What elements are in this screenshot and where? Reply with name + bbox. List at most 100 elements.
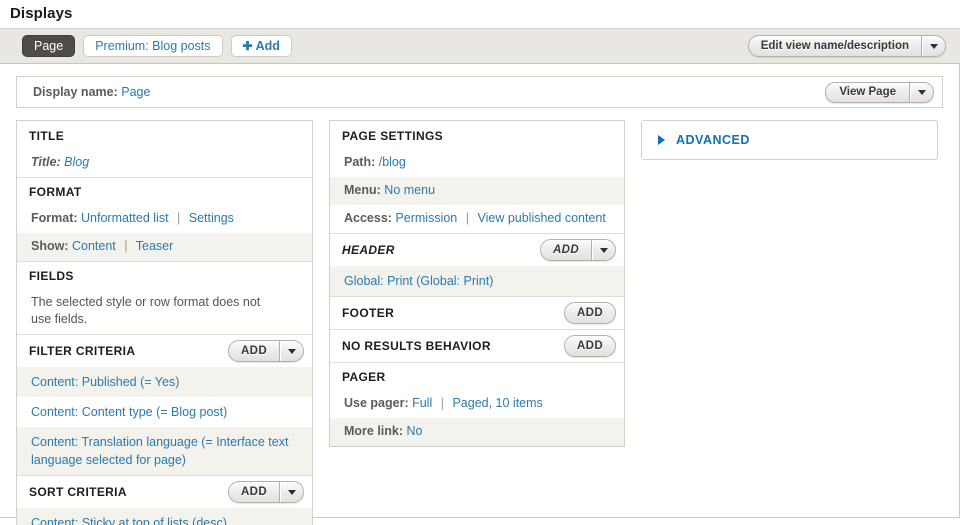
view-actions: Edit view name/description — [747, 35, 946, 57]
chevron-down-icon — [929, 43, 938, 49]
display-tabs-list: Page Premium: Blog posts ✚ Add — [22, 35, 292, 57]
filter-item-translation-language-link[interactable]: Content: Translation language (= Interfa… — [31, 435, 288, 467]
chevron-down-icon — [287, 348, 296, 354]
bucket-header-header: HEADER Add — [330, 233, 624, 266]
row-more-link-label: More link: — [344, 424, 404, 438]
tab-page[interactable]: Page — [22, 35, 76, 57]
view-page-button[interactable]: View Page — [825, 81, 934, 103]
view-page-dropdown-toggle[interactable] — [909, 82, 933, 102]
add-display-label: Add — [255, 39, 280, 53]
bucket-sort-criteria: SORT CRITERIA Add Content: Sticky at top… — [17, 475, 312, 525]
separator: | — [177, 211, 181, 225]
list-item: Content: Translation language (= Interfa… — [17, 427, 312, 475]
row-title-value-link[interactable]: Blog — [64, 155, 89, 169]
filter-item-published-link[interactable]: Content: Published (= Yes) — [31, 375, 179, 389]
bucket-filter-criteria: FILTER CRITERIA Add Content: Published (… — [17, 334, 312, 475]
bucket-footer-heading: FOOTER — [342, 306, 395, 320]
row-format-label: Format: — [31, 211, 78, 225]
row-path: Path: /blog — [330, 149, 624, 177]
triangle-right-icon — [658, 135, 665, 145]
bucket-fields: FIELDS The selected style or row format … — [17, 261, 312, 334]
separator: | — [465, 211, 469, 225]
footer-add-button[interactable]: Add — [564, 302, 616, 324]
header-item-global-print-link[interactable]: Global: Print (Global: Print) — [344, 274, 493, 288]
filter-criteria-add-label: Add — [241, 345, 267, 357]
bucket-sort-criteria-header: SORT CRITERIA Add — [17, 475, 312, 508]
row-use-pager-items-link[interactable]: Paged, 10 items — [452, 396, 542, 410]
sort-criteria-add-button[interactable]: Add — [228, 481, 304, 503]
bucket-footer: FOOTER Add — [330, 296, 624, 329]
edit-view-dropdown-toggle[interactable] — [921, 36, 945, 56]
header-add-label: Add — [553, 244, 579, 256]
bucket-fields-heading: FIELDS — [17, 261, 312, 289]
filter-criteria-add-dropdown-toggle[interactable] — [279, 341, 303, 361]
display-edit-canvas: Display name: Page View Page TITLE Title… — [0, 64, 960, 525]
bucket-page-settings: PAGE SETTINGS Path: /blog Menu: No menu … — [330, 121, 624, 233]
display-name-value-link[interactable]: Page — [121, 85, 150, 99]
filter-item-content-type-link[interactable]: Content: Content type (= Blog post) — [31, 405, 227, 419]
row-format-settings-link[interactable]: Settings — [189, 211, 234, 225]
row-access-permission-link[interactable]: Permission — [395, 211, 457, 225]
display-tabs-bar: Page Premium: Blog posts ✚ Add Edit view… — [0, 28, 960, 64]
column-left: TITLE Title: Blog FORMAT Format: Unforma… — [16, 120, 313, 525]
add-display-button[interactable]: ✚ Add — [230, 35, 292, 57]
bucket-no-results-heading: NO RESULTS BEHAVIOR — [342, 339, 491, 353]
row-path-label: Path: — [344, 155, 376, 169]
list-item: Content: Published (= Yes) — [17, 367, 312, 397]
edit-view-name-description-button[interactable]: Edit view name/description — [747, 35, 946, 57]
bucket-pager: PAGER Use pager: Full | Paged, 10 items … — [330, 362, 624, 446]
row-menu-value-link[interactable]: No menu — [384, 183, 435, 197]
sort-item-sticky-link[interactable]: Content: Sticky at top of lists (desc) — [31, 516, 227, 525]
row-show-label: Show: — [31, 239, 69, 253]
bucket-format: FORMAT Format: Unformatted list | Settin… — [17, 177, 312, 261]
row-access-view-published-link[interactable]: View published content — [477, 211, 605, 225]
bucket-no-results-header: NO RESULTS BEHAVIOR Add — [330, 329, 624, 362]
advanced-section-toggle[interactable]: ADVANCED — [641, 120, 938, 160]
bucket-page-settings-heading: PAGE SETTINGS — [342, 128, 444, 143]
view-page-label: View Page — [839, 86, 896, 98]
row-use-pager-type-link[interactable]: Full — [412, 396, 432, 410]
row-show: Show: Content | Teaser — [17, 233, 312, 261]
list-item: Content: Content type (= Blog post) — [17, 397, 312, 427]
row-menu-label: Menu: — [344, 183, 381, 197]
row-path-value-link[interactable]: /blog — [379, 155, 406, 169]
page-title: Displays — [10, 5, 73, 22]
fields-empty-note: The selected style or row format does no… — [17, 289, 312, 334]
bucket-header: HEADER Add Global: Print (Global: Print) — [330, 233, 624, 296]
row-show-teaser-link[interactable]: Teaser — [136, 239, 174, 253]
chevron-down-icon — [287, 489, 296, 495]
bucket-format-heading: FORMAT — [17, 177, 312, 205]
bucket-header-heading: HEADER — [342, 243, 395, 257]
row-more-link-value-link[interactable]: No — [407, 424, 423, 438]
header-add-button[interactable]: Add — [540, 239, 616, 261]
sort-criteria-add-dropdown-toggle[interactable] — [279, 482, 303, 502]
left-panel: TITLE Title: Blog FORMAT Format: Unforma… — [16, 120, 313, 525]
separator: | — [440, 396, 444, 410]
plus-icon: ✚ — [242, 39, 253, 53]
edit-view-name-description-label: Edit view name/description — [760, 40, 909, 52]
row-format-style-link[interactable]: Unformatted list — [81, 211, 169, 225]
row-access: Access: Permission | View published cont… — [330, 205, 624, 233]
display-name-label: Display name: — [33, 85, 118, 99]
filter-criteria-add-button[interactable]: Add — [228, 340, 304, 362]
header-add-dropdown-toggle[interactable] — [591, 240, 615, 260]
row-more-link: More link: No — [330, 418, 624, 446]
row-use-pager-label: Use pager: — [344, 396, 409, 410]
display-columns: TITLE Title: Blog FORMAT Format: Unforma… — [16, 120, 943, 525]
middle-panel: PAGE SETTINGS Path: /blog Menu: No menu … — [329, 120, 625, 447]
separator: | — [124, 239, 128, 253]
no-results-add-label: Add — [577, 340, 603, 352]
footer-add-label: Add — [577, 307, 603, 319]
bucket-pager-heading: PAGER — [330, 362, 624, 390]
bucket-filter-criteria-heading: FILTER CRITERIA — [29, 344, 136, 358]
row-use-pager: Use pager: Full | Paged, 10 items — [330, 390, 624, 418]
tab-premium-blog-posts[interactable]: Premium: Blog posts — [83, 35, 223, 57]
row-title: Title: Blog — [17, 149, 312, 177]
display-name-bar: Display name: Page View Page — [16, 76, 943, 108]
no-results-add-button[interactable]: Add — [564, 335, 616, 357]
bucket-no-results-behavior: NO RESULTS BEHAVIOR Add — [330, 329, 624, 362]
chevron-down-icon — [917, 89, 926, 95]
column-right: ADVANCED — [641, 120, 938, 160]
row-show-content-link[interactable]: Content — [72, 239, 116, 253]
row-title-label: Title: — [31, 155, 61, 169]
